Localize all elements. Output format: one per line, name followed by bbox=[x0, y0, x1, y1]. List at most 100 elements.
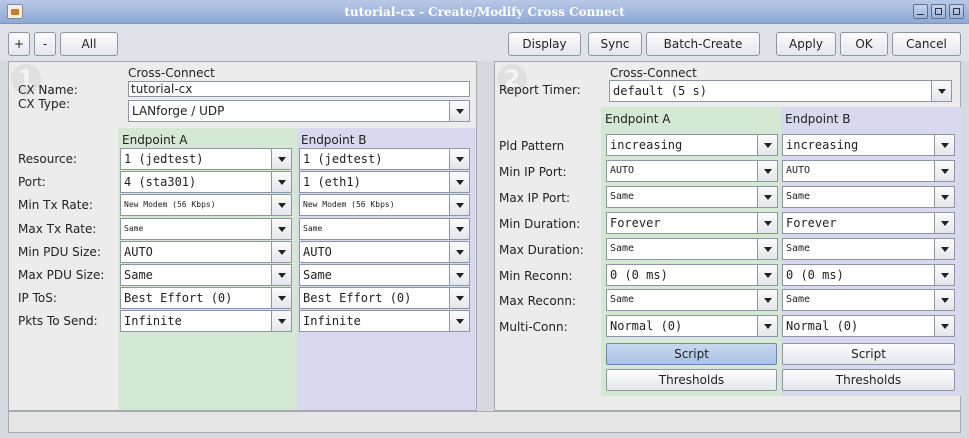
endpoint-b-header: Endpoint B bbox=[301, 133, 367, 147]
remove-button[interactable]: - bbox=[34, 32, 56, 56]
min-ip-port-endpoint-a-select-value: AUTO bbox=[610, 164, 635, 176]
max-pdu-size-endpoint-b-select[interactable]: Same bbox=[299, 264, 470, 286]
min-tx-rate-endpoint-a-select[interactable]: New Modem (56 Kbps) bbox=[120, 194, 292, 217]
max-ip-port-endpoint-a-select-value: Same bbox=[610, 190, 635, 202]
report-timer-value: default (5 s) bbox=[613, 84, 707, 98]
pld-pattern-endpoint-b-select[interactable]: increasing bbox=[782, 134, 955, 156]
port-endpoint-a-select[interactable]: 4 (sta301) bbox=[120, 171, 292, 194]
multi-conn-endpoint-a-select[interactable]: Normal (0) bbox=[606, 315, 778, 338]
max-reconn-endpoint-b-select-value: Same bbox=[786, 294, 811, 306]
chevron-down-icon bbox=[271, 241, 291, 262]
max-tx-rate-label: Max Tx Rate: bbox=[18, 221, 97, 236]
ok-button[interactable]: OK bbox=[840, 32, 888, 56]
sync-button[interactable]: Sync bbox=[588, 32, 642, 56]
max-ip-port-label: Max IP Port: bbox=[499, 190, 571, 205]
add-button[interactable]: + bbox=[8, 32, 30, 56]
cx-type-value: LANforge / UDP bbox=[132, 104, 225, 118]
chevron-down-icon bbox=[271, 288, 291, 309]
close-button[interactable] bbox=[949, 4, 964, 19]
pld-pattern-endpoint-a-select-value: increasing bbox=[610, 138, 683, 152]
cancel-button[interactable]: Cancel bbox=[892, 32, 961, 56]
report-timer-label: Report Timer: bbox=[499, 83, 581, 97]
max-ip-port-endpoint-b-select-value: Same bbox=[786, 190, 811, 202]
min-duration-endpoint-b-select[interactable]: Forever bbox=[782, 211, 955, 234]
chevron-down-icon bbox=[271, 218, 291, 239]
max-tx-rate-endpoint-b-select[interactable]: Same bbox=[299, 217, 470, 240]
min-ip-port-endpoint-a-select[interactable]: AUTO bbox=[606, 159, 778, 182]
multi-conn-label: Multi-Conn: bbox=[499, 320, 568, 335]
min-duration-endpoint-a-select[interactable]: Forever bbox=[606, 211, 778, 234]
chevron-down-icon bbox=[757, 264, 777, 285]
min-tx-rate-endpoint-b-select[interactable]: New Modem (56 Kbps) bbox=[299, 194, 470, 217]
chevron-down-icon bbox=[934, 212, 954, 233]
all-button[interactable]: All bbox=[60, 32, 118, 56]
endpoint-settings-panel: 2 Cross-Connect Report Timer: default (5… bbox=[494, 61, 961, 411]
chevron-down-icon bbox=[757, 186, 777, 207]
status-bar bbox=[8, 411, 961, 433]
max-pdu-size-endpoint-a-select-value: Same bbox=[124, 268, 153, 282]
min-pdu-size-label: Min PDU Size: bbox=[18, 244, 101, 259]
report-timer-select[interactable]: default (5 s) bbox=[609, 80, 952, 102]
chevron-down-icon bbox=[934, 264, 954, 285]
min-ip-port-endpoint-b-select[interactable]: AUTO bbox=[782, 159, 955, 182]
batch-create-button[interactable]: Batch-Create bbox=[646, 32, 760, 56]
min-reconn-endpoint-a-select[interactable]: 0 (0 ms) bbox=[606, 263, 778, 286]
endpoint-b-header: Endpoint B bbox=[785, 112, 851, 126]
max-tx-rate-endpoint-a-select[interactable]: Same bbox=[120, 217, 292, 240]
min-pdu-size-endpoint-b-select-value: AUTO bbox=[303, 244, 332, 259]
pkts-to-send-label: Pkts To Send: bbox=[18, 314, 98, 329]
resource-endpoint-a-select[interactable]: 1 (jedtest) bbox=[120, 148, 292, 170]
cx-name-field[interactable]: tutorial-cx bbox=[128, 81, 470, 97]
endpoint-a-header: Endpoint A bbox=[122, 133, 188, 147]
minimize-button[interactable] bbox=[913, 4, 928, 19]
ip-tos-endpoint-b-select-value: Best Effort (0) bbox=[303, 291, 412, 306]
pkts-to-send-endpoint-b-select[interactable]: Infinite bbox=[299, 310, 470, 333]
max-pdu-size-endpoint-a-select[interactable]: Same bbox=[120, 264, 292, 286]
chevron-down-icon bbox=[271, 195, 291, 216]
cx-name-label: CX Name: bbox=[18, 83, 78, 97]
min-reconn-endpoint-b-select[interactable]: 0 (0 ms) bbox=[782, 263, 955, 286]
cx-type-select[interactable]: LANforge / UDP bbox=[128, 100, 470, 122]
chevron-down-icon bbox=[757, 212, 777, 233]
resource-endpoint-b-select[interactable]: 1 (jedtest) bbox=[299, 148, 470, 170]
max-duration-endpoint-b-select-value: Same bbox=[786, 242, 811, 254]
chevron-down-icon bbox=[757, 238, 777, 259]
max-ip-port-endpoint-b-select[interactable]: Same bbox=[782, 185, 955, 208]
display-button[interactable]: Display bbox=[508, 32, 581, 56]
chevron-down-icon bbox=[449, 172, 469, 193]
pkts-to-send-endpoint-b-select-value: Infinite bbox=[303, 314, 361, 329]
title-bar[interactable]: tutorial-cx - Create/Modify Cross Connec… bbox=[0, 0, 969, 24]
ip-tos-endpoint-a-select[interactable]: Best Effort (0) bbox=[120, 287, 292, 310]
chevron-down-icon bbox=[271, 149, 291, 169]
chevron-down-icon bbox=[931, 81, 951, 101]
cx-type-label: CX Type: bbox=[18, 97, 71, 111]
min-pdu-size-endpoint-a-select[interactable]: AUTO bbox=[120, 240, 292, 263]
pld-pattern-endpoint-a-select[interactable]: increasing bbox=[606, 134, 778, 156]
chevron-down-icon bbox=[271, 265, 291, 285]
max-duration-endpoint-a-select[interactable]: Same bbox=[606, 237, 778, 260]
port-endpoint-b-select[interactable]: 1 (eth1) bbox=[299, 171, 470, 194]
multi-conn-endpoint-b-select[interactable]: Normal (0) bbox=[782, 315, 955, 338]
cross-connect-panel: 1 Cross-Connect CX Name: tutorial-cx CX … bbox=[8, 61, 477, 411]
min-pdu-size-endpoint-a-select-value: AUTO bbox=[124, 244, 153, 259]
max-duration-endpoint-b-select[interactable]: Same bbox=[782, 237, 955, 260]
chevron-down-icon bbox=[271, 311, 291, 332]
max-pdu-size-endpoint-b-select-value: Same bbox=[303, 268, 332, 282]
min-ip-port-endpoint-b-select-value: AUTO bbox=[786, 164, 811, 176]
thresholds-button-a[interactable]: Thresholds bbox=[606, 369, 777, 391]
maximize-button[interactable] bbox=[931, 4, 946, 19]
chevron-down-icon bbox=[449, 288, 469, 309]
max-reconn-endpoint-b-select[interactable]: Same bbox=[782, 289, 955, 312]
apply-button[interactable]: Apply bbox=[776, 32, 836, 56]
thresholds-button-b[interactable]: Thresholds bbox=[782, 369, 955, 391]
script-button-a[interactable]: Script bbox=[606, 343, 777, 365]
pkts-to-send-endpoint-a-select[interactable]: Infinite bbox=[120, 310, 292, 333]
script-button-b[interactable]: Script bbox=[782, 343, 955, 365]
max-ip-port-endpoint-a-select[interactable]: Same bbox=[606, 185, 778, 208]
ip-tos-endpoint-b-select[interactable]: Best Effort (0) bbox=[299, 287, 470, 310]
min-pdu-size-endpoint-b-select[interactable]: AUTO bbox=[299, 240, 470, 263]
max-duration-endpoint-a-select-value: Same bbox=[610, 242, 635, 254]
max-reconn-endpoint-a-select[interactable]: Same bbox=[606, 289, 778, 312]
port-endpoint-a-select-value: 4 (sta301) bbox=[124, 175, 197, 190]
chevron-down-icon bbox=[757, 160, 777, 181]
